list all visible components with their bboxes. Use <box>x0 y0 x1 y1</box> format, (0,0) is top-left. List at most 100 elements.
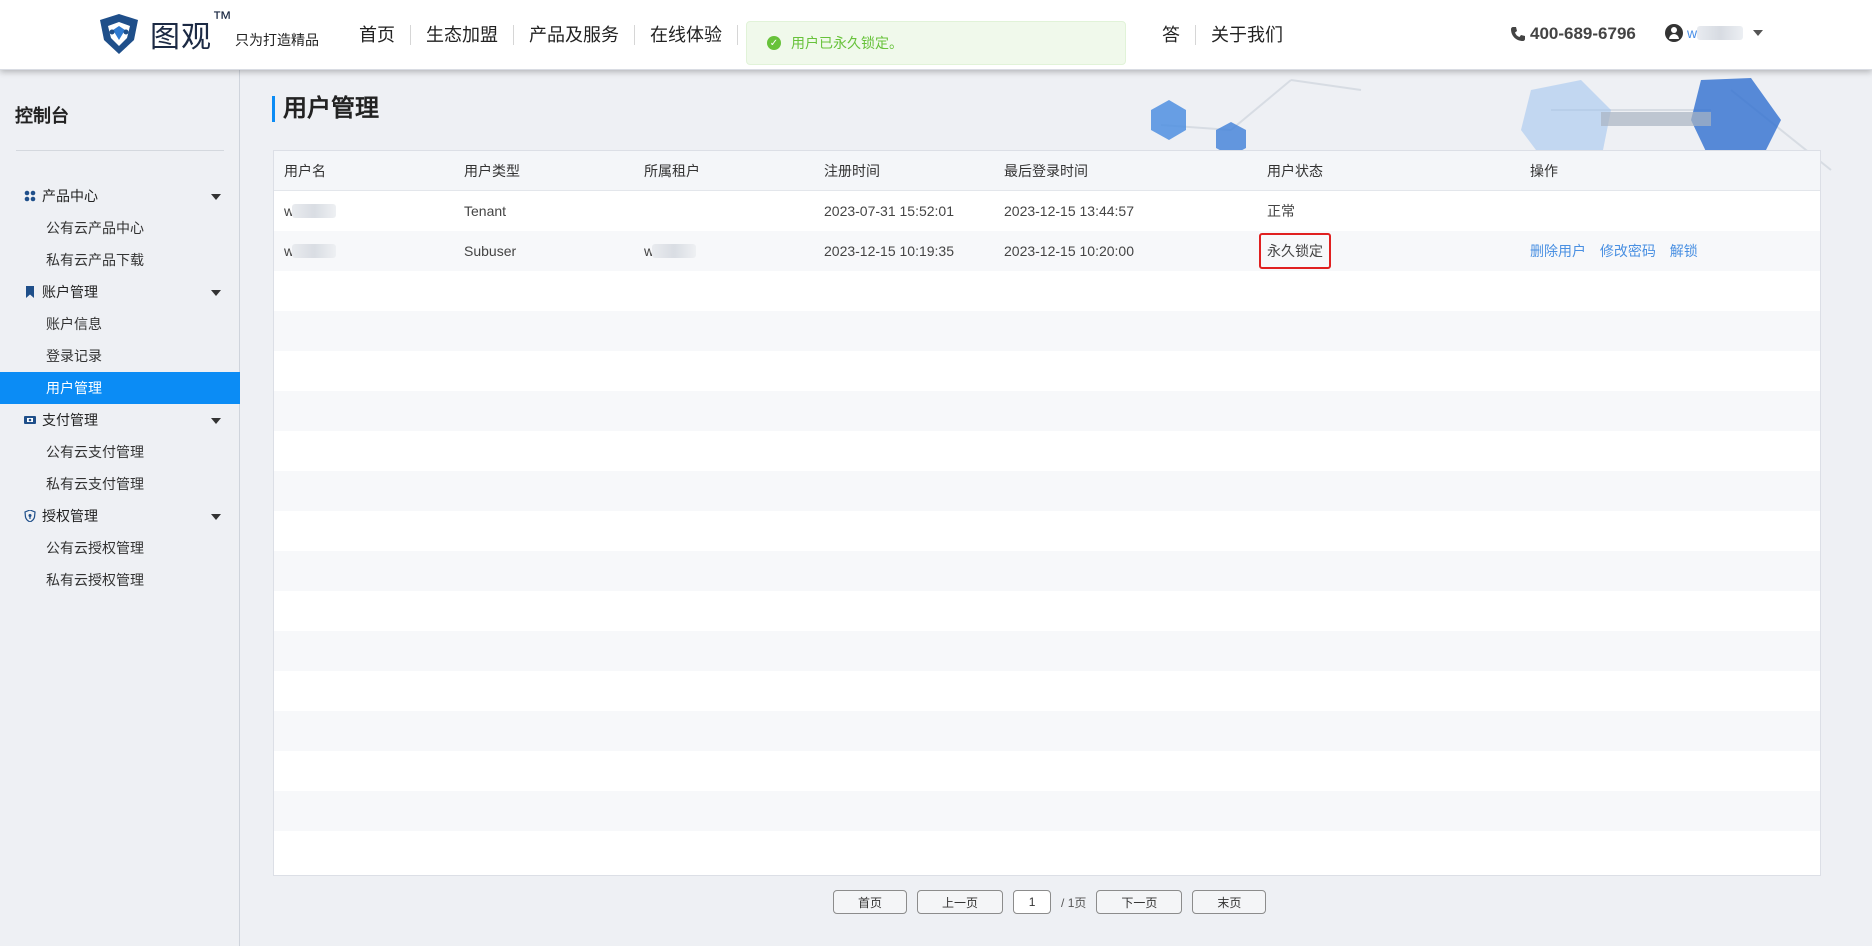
cell-registered: 2023-07-31 15:52:01 <box>824 203 954 219</box>
sidebar-menu: 产品中心 公有云产品中心 私有云产品下载 账户管理 账户信息 登录记录 用户管理… <box>0 180 240 596</box>
main-content: 用户管理 用户名 用户类型 所属租户 注册时间 最后登录时间 用户状态 操作 w… <box>241 70 1872 946</box>
nav-hidden-item-2[interactable]: 答 <box>1147 25 1196 45</box>
logo-icon <box>100 14 138 54</box>
cell-last-login: 2023-12-15 10:20:00 <box>1004 243 1134 259</box>
sidebar-item-public-cloud-products[interactable]: 公有云产品中心 <box>0 212 240 244</box>
sidebar-divider <box>16 150 224 151</box>
cell-registered: 2023-12-15 10:19:35 <box>824 243 954 259</box>
sidebar-group-account[interactable]: 账户管理 <box>0 276 240 308</box>
prev-page-button[interactable]: 上一页 <box>917 890 1004 914</box>
page-total: / 1页 <box>1061 895 1087 910</box>
sidebar-group-label: 支付管理 <box>42 412 98 428</box>
cell-user-type: Tenant <box>464 203 507 219</box>
col-header-actions: 操作 <box>1530 162 1558 179</box>
table-body: w Tenant 2023-07-31 15:52:01 2023-12-15 … <box>274 191 1820 871</box>
empty-row <box>274 471 1820 511</box>
user-avatar-icon <box>1665 24 1683 42</box>
chevron-down-icon[interactable] <box>211 194 221 200</box>
username-mask <box>292 204 337 218</box>
sidebar-item-private-cloud-license[interactable]: 私有云授权管理 <box>0 564 240 596</box>
phone-number: 400-689-6796 <box>1530 24 1636 43</box>
table-row: w Tenant 2023-07-31 15:52:01 2023-12-15 … <box>274 191 1820 231</box>
last-page-button[interactable]: 末页 <box>1192 890 1267 914</box>
sidebar-group-license[interactable]: 授权管理 <box>0 500 240 532</box>
col-header-tenant: 所属租户 <box>644 162 700 179</box>
sidebar-group-label: 账户管理 <box>42 284 98 300</box>
sidebar: 控制台 产品中心 公有云产品中心 私有云产品下载 账户管理 账户信息 登录记录 … <box>0 70 240 946</box>
sidebar-item-user-management[interactable]: 用户管理 <box>0 372 240 404</box>
delete-user-link[interactable]: 删除用户 <box>1530 243 1586 259</box>
user-name-mask <box>1697 26 1744 40</box>
change-password-link[interactable]: 修改密码 <box>1600 243 1656 259</box>
bookmark-icon <box>24 286 36 298</box>
col-header-user-type: 用户类型 <box>464 162 520 179</box>
pagination: 首页 上一页 1 / 1页 下一页 末页 <box>833 890 1267 914</box>
brand-tm: ™ <box>212 8 233 30</box>
empty-row <box>274 791 1820 831</box>
cell-last-login: 2023-12-15 13:44:57 <box>1004 203 1134 219</box>
col-header-username: 用户名 <box>284 162 326 179</box>
cell-user-type: Subuser <box>464 243 517 259</box>
nav-about[interactable]: 关于我们 <box>1196 25 1298 45</box>
empty-row <box>274 351 1820 391</box>
first-page-button[interactable]: 首页 <box>833 890 908 914</box>
brand-name: 图观 <box>150 21 212 54</box>
sidebar-item-public-cloud-payment[interactable]: 公有云支付管理 <box>0 436 240 468</box>
sidebar-item-public-cloud-license[interactable]: 公有云授权管理 <box>0 532 240 564</box>
sidebar-item-login-records[interactable]: 登录记录 <box>0 340 240 372</box>
cell-status: 正常 <box>1267 203 1295 219</box>
brand-slogan: 只为打造精品 <box>235 32 319 48</box>
empty-row <box>274 671 1820 711</box>
empty-row <box>274 391 1820 431</box>
empty-row <box>274 271 1820 311</box>
sidebar-item-private-cloud-payment[interactable]: 私有云支付管理 <box>0 468 240 500</box>
empty-row <box>274 311 1820 351</box>
tenant-mask <box>652 244 697 258</box>
page-title: 用户管理 <box>272 96 379 122</box>
empty-row <box>274 711 1820 751</box>
next-page-button[interactable]: 下一页 <box>1096 890 1183 914</box>
sidebar-group-label: 产品中心 <box>42 188 98 204</box>
chevron-down-icon[interactable] <box>211 418 221 424</box>
nav-online-demo[interactable]: 在线体验 <box>635 25 738 45</box>
success-toast: ✓ 用户已永久锁定。 <box>746 21 1126 65</box>
empty-row <box>274 831 1820 871</box>
check-circle-icon: ✓ <box>767 36 781 50</box>
user-table: 用户名 用户类型 所属租户 注册时间 最后登录时间 用户状态 操作 w Tena… <box>273 150 1821 876</box>
brand-logo[interactable]: 图观™ 只为打造精品 <box>94 8 319 58</box>
empty-row <box>274 511 1820 551</box>
nav-products[interactable]: 产品及服务 <box>514 25 635 45</box>
nav-home[interactable]: 首页 <box>344 25 411 45</box>
cell-actions: 删除用户 修改密码 解锁 <box>1520 241 1820 261</box>
chevron-down-icon[interactable] <box>211 290 221 296</box>
username-mask <box>292 244 337 258</box>
phone-icon <box>1511 27 1525 41</box>
toast-message: 用户已永久锁定。 <box>791 35 903 51</box>
sidebar-group-label: 授权管理 <box>42 508 98 524</box>
sidebar-group-product-center[interactable]: 产品中心 <box>0 180 240 212</box>
nav-ecosystem[interactable]: 生态加盟 <box>411 25 514 45</box>
grid-icon <box>24 190 36 202</box>
page-number-input[interactable]: 1 <box>1013 890 1052 914</box>
chevron-down-icon[interactable] <box>211 514 221 520</box>
empty-row <box>274 591 1820 631</box>
user-menu[interactable]: w <box>1665 24 1764 42</box>
chevron-down-icon[interactable] <box>1753 30 1764 36</box>
sidebar-title: 控制台 <box>15 106 69 126</box>
sidebar-item-private-cloud-download[interactable]: 私有云产品下载 <box>0 244 240 276</box>
table-header: 用户名 用户类型 所属租户 注册时间 最后登录时间 用户状态 操作 <box>274 151 1820 191</box>
unlock-link[interactable]: 解锁 <box>1670 243 1698 259</box>
empty-row <box>274 631 1820 671</box>
sidebar-group-payment[interactable]: 支付管理 <box>0 404 240 436</box>
col-header-status: 用户状态 <box>1267 162 1323 179</box>
col-header-last-login: 最后登录时间 <box>1004 162 1088 179</box>
sidebar-item-account-info[interactable]: 账户信息 <box>0 308 240 340</box>
hotline: 400-689-6796 <box>1510 24 1636 44</box>
status-badge-locked: 永久锁定 <box>1259 233 1331 269</box>
empty-row <box>274 551 1820 591</box>
ticket-icon <box>24 414 36 426</box>
table-row: w Subuser w 2023-12-15 10:19:35 2023-12-… <box>274 231 1820 271</box>
empty-row <box>274 751 1820 791</box>
shield-icon <box>24 510 36 522</box>
col-header-registered: 注册时间 <box>824 162 880 179</box>
